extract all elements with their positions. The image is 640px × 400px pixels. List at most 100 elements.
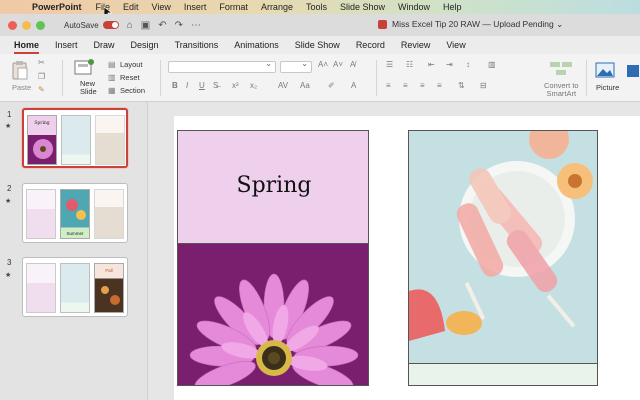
document-title-text: Miss Excel Tip 20 RAW — Upload Pending ⌄ xyxy=(392,19,564,29)
align-right-icon[interactable]: ≡ xyxy=(420,81,425,90)
clear-formatting-icon[interactable]: A̸ xyxy=(350,60,355,69)
tab-review[interactable]: Review xyxy=(393,40,439,54)
thumb-card-fall xyxy=(95,115,125,165)
mac-menu-bar: PowerPoint File Edit View Insert Format … xyxy=(0,0,640,14)
spring-title[interactable]: Spring xyxy=(178,173,370,198)
ribbon-separator xyxy=(62,60,63,96)
menu-arrange[interactable]: Arrange xyxy=(261,2,293,12)
app-menu-powerpoint[interactable]: PowerPoint xyxy=(32,2,82,12)
strikethrough-icon[interactable]: S̶ xyxy=(213,81,218,90)
decrease-font-size-icon[interactable]: A˅ xyxy=(333,60,343,69)
align-left-icon[interactable]: ≡ xyxy=(386,81,391,90)
numbering-icon[interactable]: ☷ xyxy=(406,60,413,69)
redo-icon[interactable]: ↷ xyxy=(175,20,183,31)
highlight-icon[interactable]: ✐ xyxy=(328,81,335,90)
layout-icon: ▤ xyxy=(108,60,116,69)
layout-button[interactable]: Layout xyxy=(120,60,143,69)
window-title-bar: AutoSave ⌂ ▣ ↶ ↷ ⋯ Miss Excel Tip 20 RAW… xyxy=(0,14,640,36)
paste-icon[interactable] xyxy=(11,60,29,80)
justify-icon[interactable]: ≡ xyxy=(437,81,442,90)
menu-help[interactable]: Help xyxy=(443,2,462,12)
font-size-dropdown[interactable] xyxy=(280,59,312,73)
italic-icon[interactable]: I xyxy=(186,81,188,90)
thumb-card-label: Summer xyxy=(66,231,84,236)
animation-star-icon: ★ xyxy=(5,123,12,130)
shapes-icon[interactable] xyxy=(626,64,640,78)
tab-transitions[interactable]: Transitions xyxy=(167,40,227,54)
format-painter-icon[interactable]: ✎ xyxy=(38,85,45,94)
home-icon[interactable]: ⌂ xyxy=(127,20,133,31)
ribbon-separator xyxy=(376,60,377,96)
flower-image xyxy=(189,273,359,385)
popsicle-image xyxy=(409,131,597,365)
menu-window[interactable]: Window xyxy=(398,2,430,12)
ribbon-separator xyxy=(586,60,587,96)
tab-view[interactable]: View xyxy=(438,40,473,54)
new-slide-icon[interactable] xyxy=(74,59,96,77)
more-icon[interactable]: ⋯ xyxy=(191,20,201,31)
subscript-icon[interactable]: x₂ xyxy=(250,81,257,90)
autosave-toggle[interactable] xyxy=(102,21,119,29)
tab-draw[interactable]: Draw xyxy=(86,40,123,54)
menu-view[interactable]: View xyxy=(152,2,171,12)
reset-button[interactable]: Reset xyxy=(120,73,140,82)
close-window-button[interactable] xyxy=(8,20,17,30)
thumb-card-fall xyxy=(94,189,124,239)
increase-font-size-icon[interactable]: A˄ xyxy=(318,60,328,69)
slide-number: 3 xyxy=(7,258,12,267)
tab-design[interactable]: Design xyxy=(123,40,167,54)
new-slide-label[interactable]: New Slide xyxy=(80,80,97,96)
tab-animations[interactable]: Animations xyxy=(226,40,287,54)
picture-label[interactable]: Picture xyxy=(596,83,619,92)
thumb-card-spring: Spring xyxy=(27,115,57,165)
menu-slide-show[interactable]: Slide Show xyxy=(340,2,385,12)
tab-insert[interactable]: Insert xyxy=(47,40,86,54)
bullets-icon[interactable]: ☰ xyxy=(386,60,393,69)
font-color-icon[interactable]: A xyxy=(351,81,356,90)
change-case-icon[interactable]: Aa xyxy=(300,81,310,90)
tab-home[interactable]: Home xyxy=(6,40,47,54)
cut-icon[interactable]: ✂ xyxy=(38,58,45,67)
save-icon[interactable]: ▣ xyxy=(141,20,150,31)
slide-thumbnail-3[interactable]: Fall xyxy=(22,257,128,317)
minimize-window-button[interactable] xyxy=(22,20,31,30)
tab-record[interactable]: Record xyxy=(348,40,393,54)
slide-editing-canvas[interactable]: Spring xyxy=(149,102,640,400)
spring-image-box[interactable] xyxy=(177,243,369,386)
powerpoint-file-icon xyxy=(378,20,387,29)
ribbon-home: Paste ✂ ❐ ✎ New Slide ▤ Layout ▥ Reset ▦… xyxy=(0,54,640,102)
menu-tools[interactable]: Tools xyxy=(306,2,327,12)
slide-thumbnail-1[interactable]: Spring xyxy=(22,108,128,168)
bold-icon[interactable]: B xyxy=(172,81,178,90)
undo-icon[interactable]: ↶ xyxy=(158,20,166,31)
spring-header-box[interactable]: Spring xyxy=(177,130,369,244)
underline-icon[interactable]: U xyxy=(199,81,205,90)
menu-insert[interactable]: Insert xyxy=(184,2,207,12)
paste-label: Paste xyxy=(12,83,32,92)
convert-to-smartart-label[interactable]: Convert to SmartArt xyxy=(544,82,579,98)
align-center-icon[interactable]: ≡ xyxy=(403,81,408,90)
text-direction-icon[interactable]: ⇅ xyxy=(458,81,465,90)
align-text-icon[interactable]: ⊟ xyxy=(480,81,487,90)
decrease-indent-icon[interactable]: ⇤ xyxy=(428,60,435,69)
superscript-icon[interactable]: x² xyxy=(232,81,239,90)
tab-slide-show[interactable]: Slide Show xyxy=(287,40,348,54)
menu-edit[interactable]: Edit xyxy=(123,2,139,12)
slide-thumbnail-2[interactable]: Summer xyxy=(22,183,128,243)
increase-indent-icon[interactable]: ⇥ xyxy=(446,60,453,69)
character-spacing-icon[interactable]: AV xyxy=(278,81,288,90)
font-family-dropdown[interactable] xyxy=(168,59,276,73)
section-button[interactable]: Section xyxy=(120,86,145,95)
slide-number: 1 xyxy=(7,110,12,119)
summer-image-box[interactable] xyxy=(408,130,598,386)
document-title[interactable]: Miss Excel Tip 20 RAW — Upload Pending ⌄ xyxy=(378,19,563,30)
thumb-card-summer: Summer xyxy=(60,189,90,239)
copy-icon[interactable]: ❐ xyxy=(38,72,45,81)
line-spacing-icon[interactable]: ↕ xyxy=(466,60,470,69)
menu-format[interactable]: Format xyxy=(219,2,248,12)
convert-to-smartart-icon[interactable] xyxy=(548,60,574,78)
summer-label-box[interactable] xyxy=(409,363,597,385)
picture-icon[interactable] xyxy=(595,62,615,78)
zoom-window-button[interactable] xyxy=(36,20,45,30)
columns-icon[interactable]: ▥ xyxy=(488,60,496,69)
